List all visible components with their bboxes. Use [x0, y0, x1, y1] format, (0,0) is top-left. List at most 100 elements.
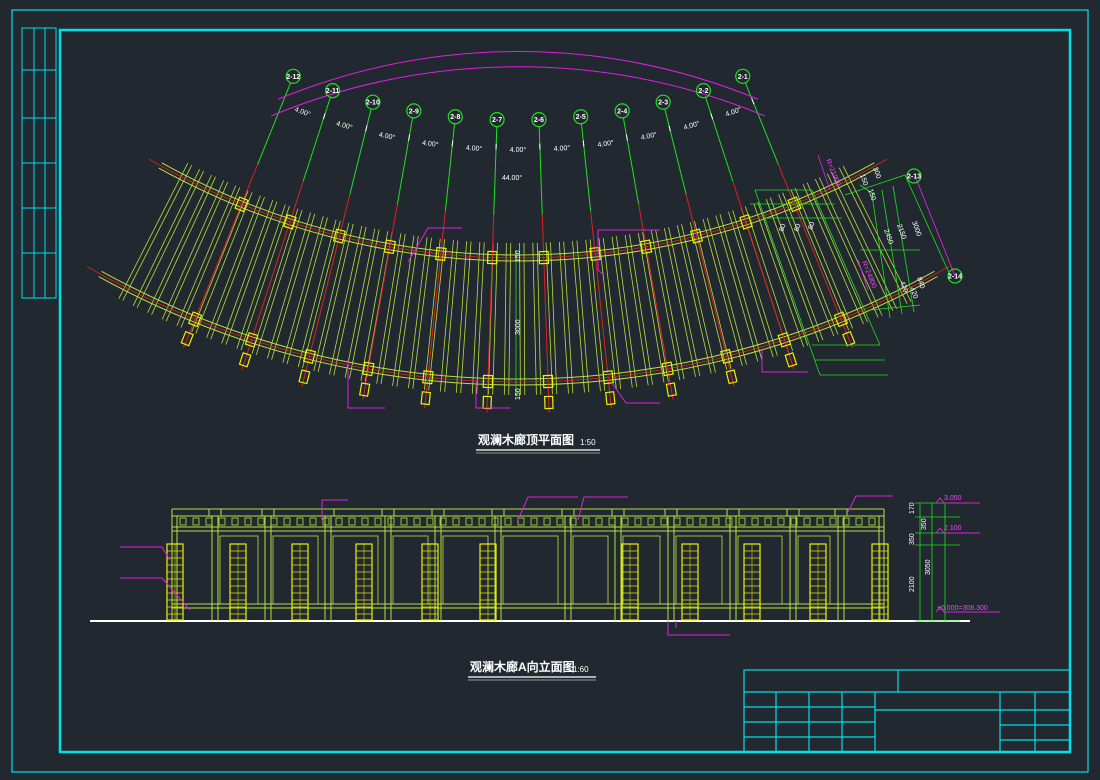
post-cap — [491, 508, 505, 517]
plan-curved-beams — [86, 158, 950, 386]
rafter-end — [465, 517, 473, 526]
angle-label: 4.00° — [553, 144, 570, 153]
rafter-end — [309, 517, 317, 526]
timber-slat — [313, 222, 350, 371]
timber-slat — [602, 237, 622, 389]
rafter-end — [478, 517, 486, 526]
post-cap — [726, 508, 740, 517]
axis-line-green — [444, 123, 456, 212]
plan-axis-bubbles: 2-1 2-2 2-3 2-4 2-5 2-6 2-7 2-8 2-9 2-10 2-11 2-12 — [285, 68, 751, 128]
elevation-posts — [166, 543, 889, 621]
timber-slat — [210, 196, 265, 340]
svg-text:2-3: 2-3 — [658, 100, 668, 107]
bay-opening — [392, 535, 429, 605]
timber-slat — [663, 227, 696, 377]
rafter-end — [543, 517, 551, 526]
rafter-end — [556, 517, 564, 526]
timber-slat — [408, 237, 428, 389]
timber-slat — [589, 239, 606, 391]
timber-slat — [221, 200, 274, 344]
timber-slat — [492, 242, 498, 395]
rafter-end — [179, 517, 187, 526]
timber-slat — [814, 178, 879, 318]
rafter-end — [270, 517, 278, 526]
rafter-end — [608, 517, 616, 526]
rafter-end — [374, 517, 382, 526]
rafter-end — [816, 517, 824, 526]
rafter-end — [426, 517, 434, 526]
dim-350a: 350 — [921, 518, 928, 530]
timber-slat — [396, 236, 419, 387]
timber-slat — [380, 234, 406, 385]
timber-slat — [302, 220, 341, 369]
timber-slat — [503, 242, 507, 395]
lattice-column — [743, 543, 761, 621]
dim-420b: 420 — [908, 286, 919, 299]
axis-line-green — [538, 126, 543, 215]
pergola-elevation: 3.050 2.100 ±0.000=308.300 170 350 350 3… — [90, 495, 1000, 681]
angle-dimension-arc — [270, 66, 766, 117]
lattice-column — [809, 543, 827, 621]
dim-350b: 350 — [909, 533, 916, 545]
timber-slat — [376, 233, 402, 384]
sheet-frame — [11, 9, 1089, 773]
angle-label: 4.00° — [510, 146, 527, 154]
timber-slat — [689, 222, 728, 370]
timber-slat — [147, 174, 212, 313]
angle-label: 4.00° — [724, 105, 742, 118]
timber-slat — [563, 241, 574, 394]
rafter-end — [738, 517, 746, 526]
timber-slat — [471, 241, 481, 394]
axis-line-green — [744, 82, 779, 165]
timber-slat — [523, 242, 526, 395]
total-angle-label: 44.00° — [502, 174, 523, 182]
rafter-end — [803, 517, 811, 526]
rafter-end — [192, 517, 200, 526]
title-block — [743, 669, 1071, 753]
timber-slat — [790, 189, 850, 331]
timber-slat — [806, 182, 868, 323]
rafter-end — [413, 517, 421, 526]
rafter-end — [699, 517, 707, 526]
timber-slat — [676, 225, 712, 374]
axis-bubble-2-2: 2-2 — [695, 83, 712, 99]
post-cap — [786, 508, 800, 517]
timber-slat — [476, 242, 485, 395]
angle-tick — [668, 125, 671, 132]
axis-line-green — [622, 117, 640, 205]
rafter-end — [725, 517, 733, 526]
rafter-end — [322, 517, 330, 526]
svg-text:2-11: 2-11 — [326, 88, 340, 95]
angle-tick — [451, 140, 454, 147]
lattice-column — [229, 543, 247, 621]
axis-bubble-2-8: 2-8 — [447, 109, 463, 125]
axis-bubble-2-6: 2-6 — [531, 112, 547, 128]
timber-slat — [765, 198, 820, 342]
elevation-frame — [171, 508, 885, 621]
rafter-end — [673, 517, 681, 526]
axis-bubble-2-1: 2-1 — [735, 68, 751, 84]
elevation-rafter-ends — [179, 517, 876, 526]
bay-opening — [572, 535, 609, 605]
level-mid: 2.100 — [944, 525, 962, 532]
axis-bubble-2-3: 2-3 — [655, 94, 671, 110]
angle-dimension-arc — [277, 51, 759, 100]
lattice-column — [871, 543, 889, 621]
dim-80c: 80 — [807, 221, 816, 231]
post-cap — [561, 508, 575, 517]
axis-line-green — [493, 126, 498, 215]
svg-text:2-2: 2-2 — [698, 88, 708, 95]
svg-text:2-13: 2-13 — [907, 174, 921, 181]
rafter-end — [504, 517, 512, 526]
svg-text:2-5: 2-5 — [576, 114, 586, 121]
timber-slat — [423, 238, 441, 391]
dim-3000: 3000 — [910, 220, 922, 237]
rafter-end — [751, 517, 759, 526]
angle-label: 4.00° — [335, 119, 353, 131]
post-cap — [321, 508, 335, 517]
timber-slat — [536, 242, 542, 395]
lattice-column — [681, 543, 699, 621]
angle-tick — [582, 140, 585, 147]
rafter-end — [348, 517, 356, 526]
rafter-end — [712, 517, 720, 526]
